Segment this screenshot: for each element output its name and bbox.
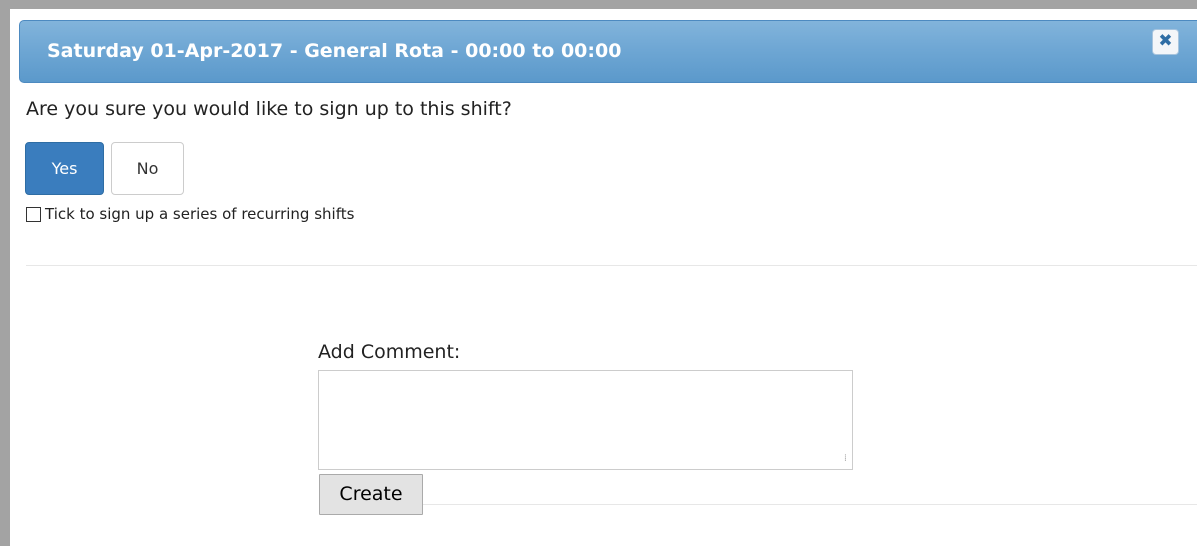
recurring-option[interactable]: Tick to sign up a series of recurring sh… <box>26 204 354 224</box>
comment-textarea[interactable] <box>318 370 853 470</box>
signup-dialog: Saturday 01-Apr-2017 - General Rota - 00… <box>10 9 1197 546</box>
signup-question: Are you sure you would like to sign up t… <box>26 98 512 120</box>
yes-button[interactable]: Yes <box>25 142 104 195</box>
comment-label: Add Comment: <box>318 341 461 363</box>
recurring-checkbox[interactable] <box>26 206 41 222</box>
create-button[interactable]: Create <box>319 474 423 515</box>
dialog-title: Saturday 01-Apr-2017 - General Rota - 00… <box>47 40 622 62</box>
no-button[interactable]: No <box>111 142 184 195</box>
recurring-label[interactable]: Tick to sign up a series of recurring sh… <box>45 205 354 223</box>
modal-backdrop-top <box>0 0 1197 9</box>
modal-backdrop-left <box>0 0 10 546</box>
close-button[interactable]: ✖ <box>1152 29 1179 55</box>
section-divider <box>26 265 1197 266</box>
bottom-divider <box>423 504 1197 505</box>
close-icon: ✖ <box>1158 31 1173 51</box>
dialog-titlebar[interactable]: Saturday 01-Apr-2017 - General Rota - 00… <box>19 20 1197 83</box>
resize-grip-icon[interactable]: ⁞ <box>835 453 847 465</box>
